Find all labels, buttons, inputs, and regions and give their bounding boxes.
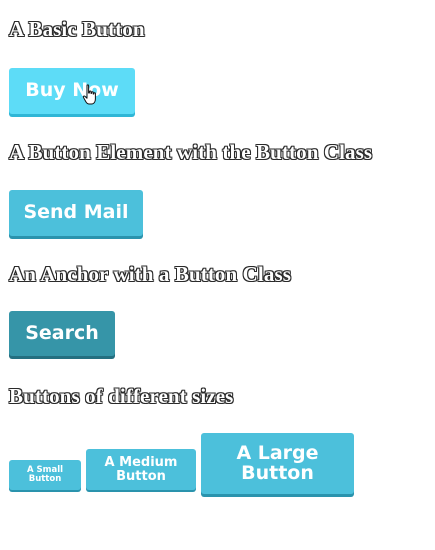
large-button[interactable]: A Large Button [201,433,354,494]
small-button[interactable]: A Small Button [9,460,81,490]
heading-anchor-button: An Anchor with a Button Class [9,262,291,286]
search-button[interactable]: Search [9,311,115,356]
medium-button[interactable]: A Medium Button [86,449,196,490]
send-mail-button[interactable]: Send Mail [9,190,143,236]
buy-now-button[interactable]: Buy Now [9,68,135,114]
heading-basic-button: A Basic Button [9,17,145,41]
heading-button-element: A Button Element with the Button Class [9,140,373,164]
heading-button-sizes: Buttons of different sizes [9,384,234,408]
